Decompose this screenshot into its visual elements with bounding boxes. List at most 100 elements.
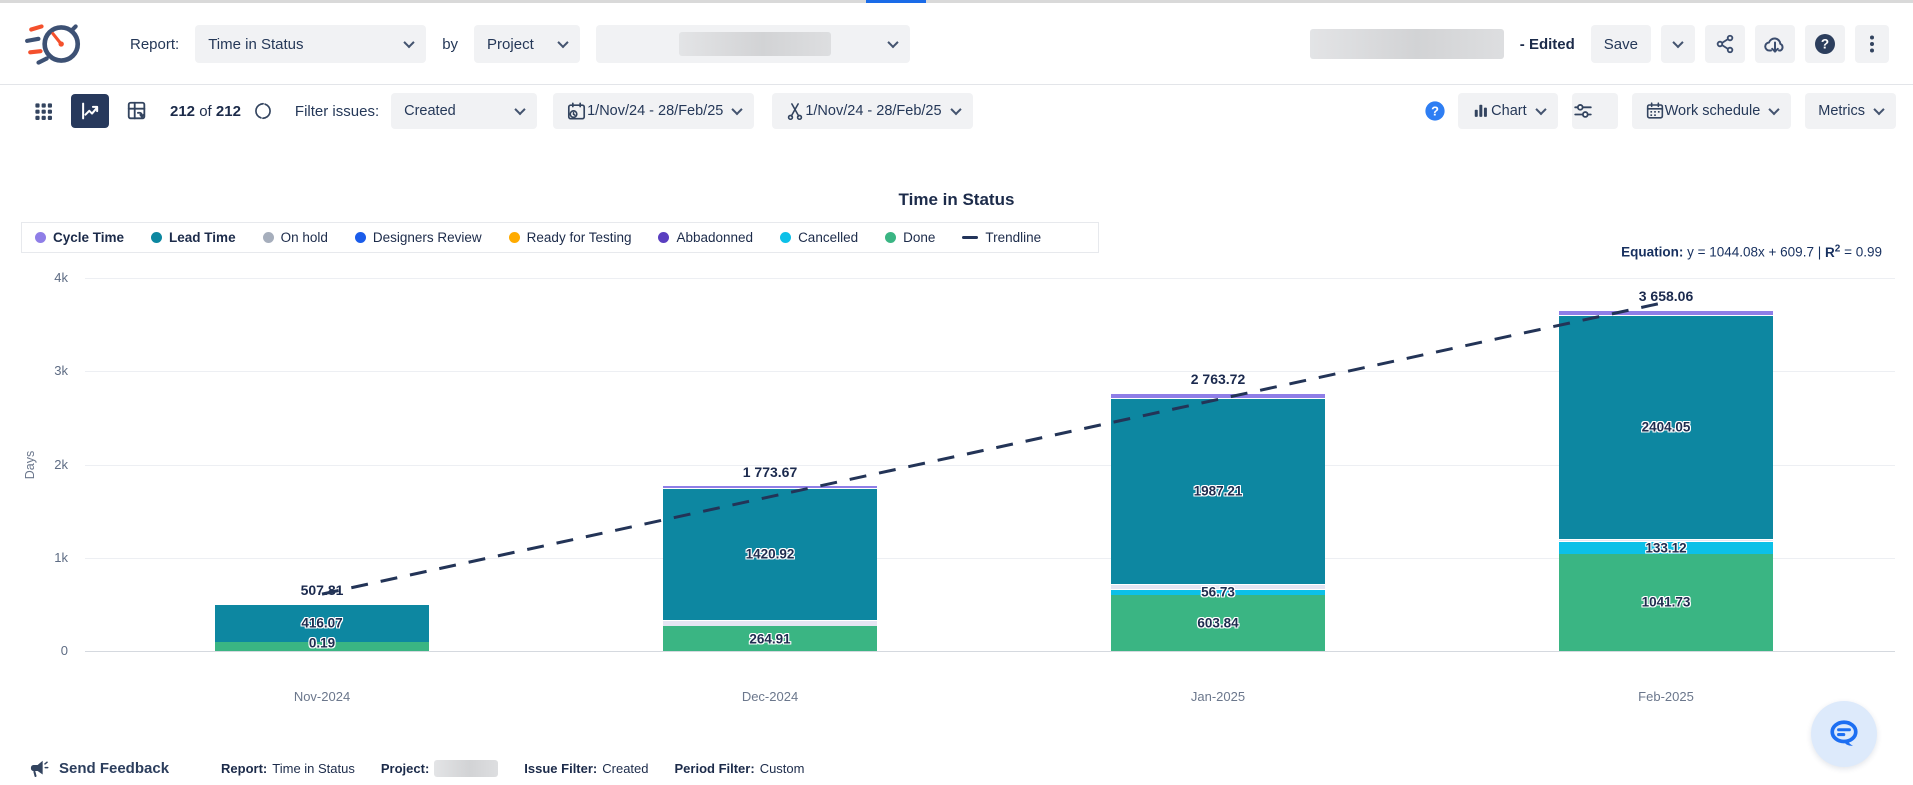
bar-value-label: 2404.05 — [1642, 419, 1691, 434]
y-axis-tick-label: 4k — [20, 270, 68, 285]
series-dot-icon — [509, 232, 520, 243]
legend-item-cancelled[interactable]: Cancelled — [780, 230, 858, 245]
chevron-down-icon — [1535, 104, 1546, 115]
legend-label: Abbadonned — [676, 230, 753, 245]
calendar-icon — [1645, 101, 1665, 121]
trendline-equation: Equation: y = 1044.08x + 609.7 | R2 = 0.… — [1621, 243, 1882, 260]
legend-label: Trendline — [985, 230, 1041, 245]
legend-item-cycle-time[interactable]: Cycle Time — [35, 230, 124, 245]
save-button[interactable]: Save — [1591, 25, 1651, 63]
question-mark-icon: ? — [1424, 100, 1446, 122]
issue-filter-value: Created — [404, 103, 456, 119]
help-button[interactable]: ? — [1805, 25, 1845, 63]
bar-value-label: 1041.73 — [1642, 595, 1691, 610]
chevron-down-icon — [1672, 37, 1683, 48]
y-axis-tick-label: 2k — [20, 457, 68, 472]
report-type-dropdown[interactable]: Time in Status — [195, 25, 426, 63]
calendar-clock-icon — [566, 101, 587, 122]
refresh-button[interactable] — [249, 94, 277, 128]
bar-value-label: 0.19 — [309, 636, 335, 651]
bar-value-label: 264.91 — [749, 631, 790, 646]
redacted-project-name — [434, 760, 498, 777]
save-options-dropdown[interactable] — [1661, 25, 1695, 63]
chart-settings-button[interactable] — [1572, 93, 1618, 129]
bar-total-label: 1 773.67 — [743, 464, 798, 480]
created-range-value: 1/Nov/24 - 28/Feb/25 — [587, 103, 723, 119]
work-schedule-dropdown[interactable]: Work schedule — [1632, 93, 1792, 129]
legend-item-on-hold[interactable]: On hold — [263, 230, 328, 245]
chat-widget-button[interactable] — [1811, 701, 1877, 767]
app-page: Report: Time in Status by Project - Edit… — [0, 0, 1913, 785]
view-pivot-button[interactable] — [118, 94, 156, 128]
bar-value-label: 416.07 — [301, 616, 342, 631]
share-button[interactable] — [1705, 25, 1745, 63]
x-axis-tick-label: Feb-2025 — [1638, 689, 1694, 704]
series-dot-icon — [263, 232, 274, 243]
question-mark-icon: ? — [1813, 32, 1837, 56]
bar-segment-cycle_time[interactable] — [663, 486, 877, 488]
bar-value-label: 1987.21 — [1194, 483, 1243, 498]
chevron-down-icon — [950, 104, 961, 115]
x-axis-tick-label: Nov-2024 — [294, 689, 350, 704]
cloud-download-icon — [1763, 32, 1787, 56]
export-button[interactable] — [1755, 25, 1795, 63]
send-feedback-button[interactable]: Send Feedback — [28, 758, 169, 780]
header: Report: Time in Status by Project - Edit… — [0, 6, 1913, 82]
series-dot-icon — [355, 232, 366, 243]
work-schedule-value: Work schedule — [1665, 103, 1761, 119]
chart-legend: Cycle Time Lead Time On hold Designers Revi… — [21, 222, 1099, 253]
project-select-dropdown[interactable] — [596, 25, 910, 63]
bar-value-label: 56.73 — [1201, 585, 1235, 600]
redacted-report-name — [1310, 29, 1504, 59]
legend-item-ready-for-testing[interactable]: Ready for Testing — [509, 230, 632, 245]
more-menu-button[interactable] — [1855, 25, 1889, 63]
legend-item-done[interactable]: Done — [885, 230, 935, 245]
scissors-icon — [785, 101, 805, 121]
chart-title: Time in Status — [0, 190, 1913, 210]
chart-type-dropdown[interactable]: Chart — [1458, 93, 1557, 129]
chevron-down-icon — [1769, 104, 1780, 115]
bar-segment-unlabeled[interactable] — [663, 620, 877, 626]
bar-value-label: 603.84 — [1197, 615, 1238, 630]
legend-label: Ready for Testing — [527, 230, 632, 245]
chevron-down-icon — [404, 37, 415, 48]
header-divider — [0, 84, 1913, 85]
filter-issues-label: Filter issues: — [295, 103, 379, 120]
page-loading-bar — [866, 0, 926, 3]
legend-item-trendline[interactable]: Trendline — [962, 230, 1041, 245]
issue-filter-dropdown[interactable]: Created — [391, 93, 537, 129]
series-dot-icon — [780, 232, 791, 243]
view-grid-button[interactable] — [24, 94, 62, 128]
bar-value-label: 133.12 — [1645, 540, 1686, 555]
footer: Send Feedback Report: Time in Status Pro… — [0, 752, 1913, 785]
refresh-icon — [253, 101, 273, 121]
app-logo-stopwatch-icon — [24, 13, 86, 75]
chevron-down-icon — [732, 104, 743, 115]
bar-segment-cycle_time[interactable] — [1559, 310, 1773, 315]
redacted-project-name — [679, 32, 831, 56]
svg-text:?: ? — [1431, 104, 1439, 119]
legend-label: Cancelled — [798, 230, 858, 245]
y-axis-tick-label: 0 — [20, 643, 68, 658]
y-axis-tick-label: 1k — [20, 550, 68, 565]
legend-label: Cycle Time — [53, 230, 124, 245]
created-date-range-button[interactable]: 1/Nov/24 - 28/Feb/25 — [553, 93, 754, 129]
svg-text:?: ? — [1821, 37, 1829, 52]
trendline-swatch-icon — [962, 236, 978, 239]
legend-item-designers-review[interactable]: Designers Review — [355, 230, 482, 245]
chart-help-button[interactable]: ? — [1420, 94, 1450, 128]
view-chart-button[interactable] — [71, 94, 109, 128]
series-dot-icon — [885, 232, 896, 243]
legend-label: Lead Time — [169, 230, 236, 245]
gridline — [85, 278, 1895, 279]
group-by-dropdown[interactable]: Project — [474, 25, 580, 63]
legend-label: Designers Review — [373, 230, 482, 245]
bar-segment-cycle_time[interactable] — [1111, 393, 1325, 398]
metrics-dropdown[interactable]: Metrics — [1805, 93, 1896, 129]
trim-period-button[interactable]: 1/Nov/24 - 28/Feb/25 — [772, 93, 972, 129]
report-type-value: Time in Status — [208, 36, 303, 53]
legend-item-abbadonned[interactable]: Abbadonned — [658, 230, 753, 245]
chevron-down-icon — [514, 104, 525, 115]
legend-item-lead-time[interactable]: Lead Time — [151, 230, 236, 245]
chevron-down-icon — [557, 37, 568, 48]
